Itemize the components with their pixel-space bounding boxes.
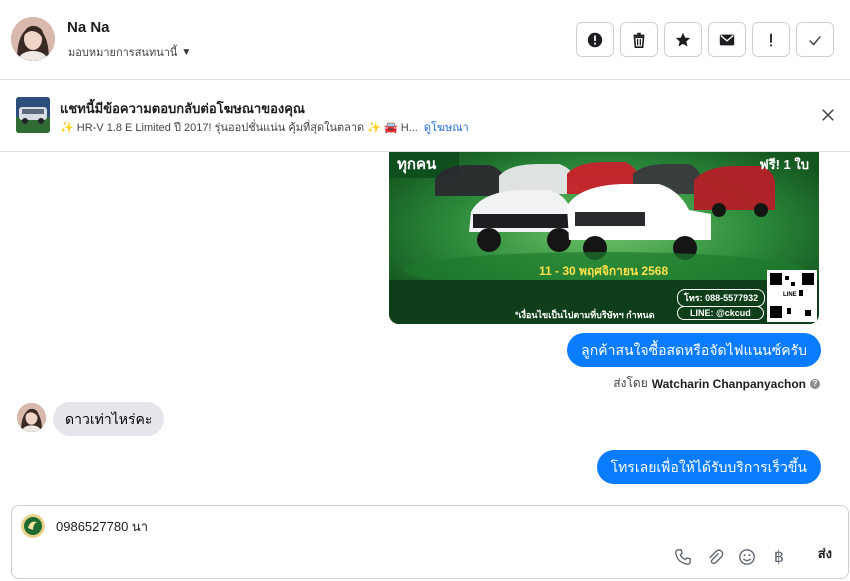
outgoing-message[interactable]: ลูกค้าสนใจซื้อสดหรือจัดไฟแนนซ์ครับ [567,333,821,367]
promo-image-message[interactable]: ทุกคน ฟรี! 1 ใบ 11 - 30 พฤศจิกายน 2568 โ… [389,152,819,324]
ad-banner-subtitle: ✨ HR-V 1.8 E Limited ปี 2017! รุ่นออปชั่… [60,118,469,136]
contact-name: Na Na [67,19,110,36]
caret-down-icon: ▼ [181,46,192,58]
spam-button[interactable] [752,22,790,57]
delete-button[interactable] [620,22,658,57]
envelope-icon [719,34,735,45]
conversation-header: Na Na มอบหมายการสนทนานี้ ▼ [0,0,850,80]
ad-reply-banner: แชทนี้มีข้อความตอบกลับต่อโฆษณาของคุณ ✨ H… [0,81,850,152]
baht-icon: ฿ [773,549,785,566]
contact-avatar-small[interactable] [17,403,46,432]
star-icon [675,32,691,46]
composer-tools: ฿ [674,548,788,566]
ad-banner-title: แชทนี้มีข้อความตอบกลับต่อโฆษณาของคุณ [60,101,305,116]
incoming-message[interactable]: ดาวเท่าไหร่คะ [53,402,165,436]
message-input[interactable] [56,519,656,534]
help-icon[interactable]: ? [810,378,820,389]
message-composer: ฿ ส่ง [11,505,849,579]
sent-by-label: ส่งโดย Watcharin Chanpanyachon ? [613,374,820,393]
promo-line: LINE: @ckcud [677,306,764,320]
contact-avatar[interactable] [11,17,55,61]
sent-by-prefix: ส่งโดย [613,376,648,390]
emoji-button[interactable] [738,548,756,566]
mark-done-button[interactable] [796,22,834,57]
payment-button[interactable]: ฿ [770,548,788,566]
assign-label: มอบหมายการสนทนานี้ [68,47,178,59]
outgoing-message[interactable]: โทรเลยเพื่อให้ได้รับบริการเร็วขึ้น [596,450,821,484]
alert-circle-icon [587,32,603,47]
ad-text: ✨ HR-V 1.8 E Limited ปี 2017! รุ่นออปชั่… [60,122,418,134]
close-banner-button[interactable] [818,105,838,125]
promo-qr-label: LINE [783,292,797,298]
page-avatar [21,514,45,538]
assign-conversation-dropdown[interactable]: มอบหมายการสนทนานี้ ▼ [68,43,191,61]
ad-thumbnail[interactable] [16,97,50,133]
mark-unread-button[interactable] [708,22,746,57]
promo-footnote: *เงื่อนไขเป็นไปตามที่บริษัทฯ กำหนด [515,310,655,320]
header-actions [576,22,834,57]
star-button[interactable] [664,22,702,57]
promo-phone: โทร: 088-5577932 [677,289,766,307]
promo-badge: ฟรี! 1 ใบ [759,157,809,172]
view-ad-link[interactable]: ดูโฆษณา [424,122,469,134]
trash-icon [633,32,645,48]
message-thread[interactable]: ทุกคน ฟรี! 1 ใบ 11 - 30 พฤศจิกายน 2568 โ… [0,152,850,502]
sent-by-name: Watcharin Chanpanyachon [651,376,806,391]
close-icon [822,109,834,121]
promo-dates: 11 - 30 พฤศจิกายน 2568 [539,264,669,278]
paperclip-icon [709,549,724,565]
attach-button[interactable] [706,548,724,566]
send-button[interactable]: ส่ง [818,543,832,564]
checkmark-icon [809,35,821,46]
promo-headline: ทุกคน [397,156,437,173]
alert-circle-button[interactable] [576,22,614,57]
phone-button[interactable] [674,548,692,566]
exclamation-icon [770,33,772,46]
phone-icon [675,549,691,565]
emoji-icon [739,549,755,565]
